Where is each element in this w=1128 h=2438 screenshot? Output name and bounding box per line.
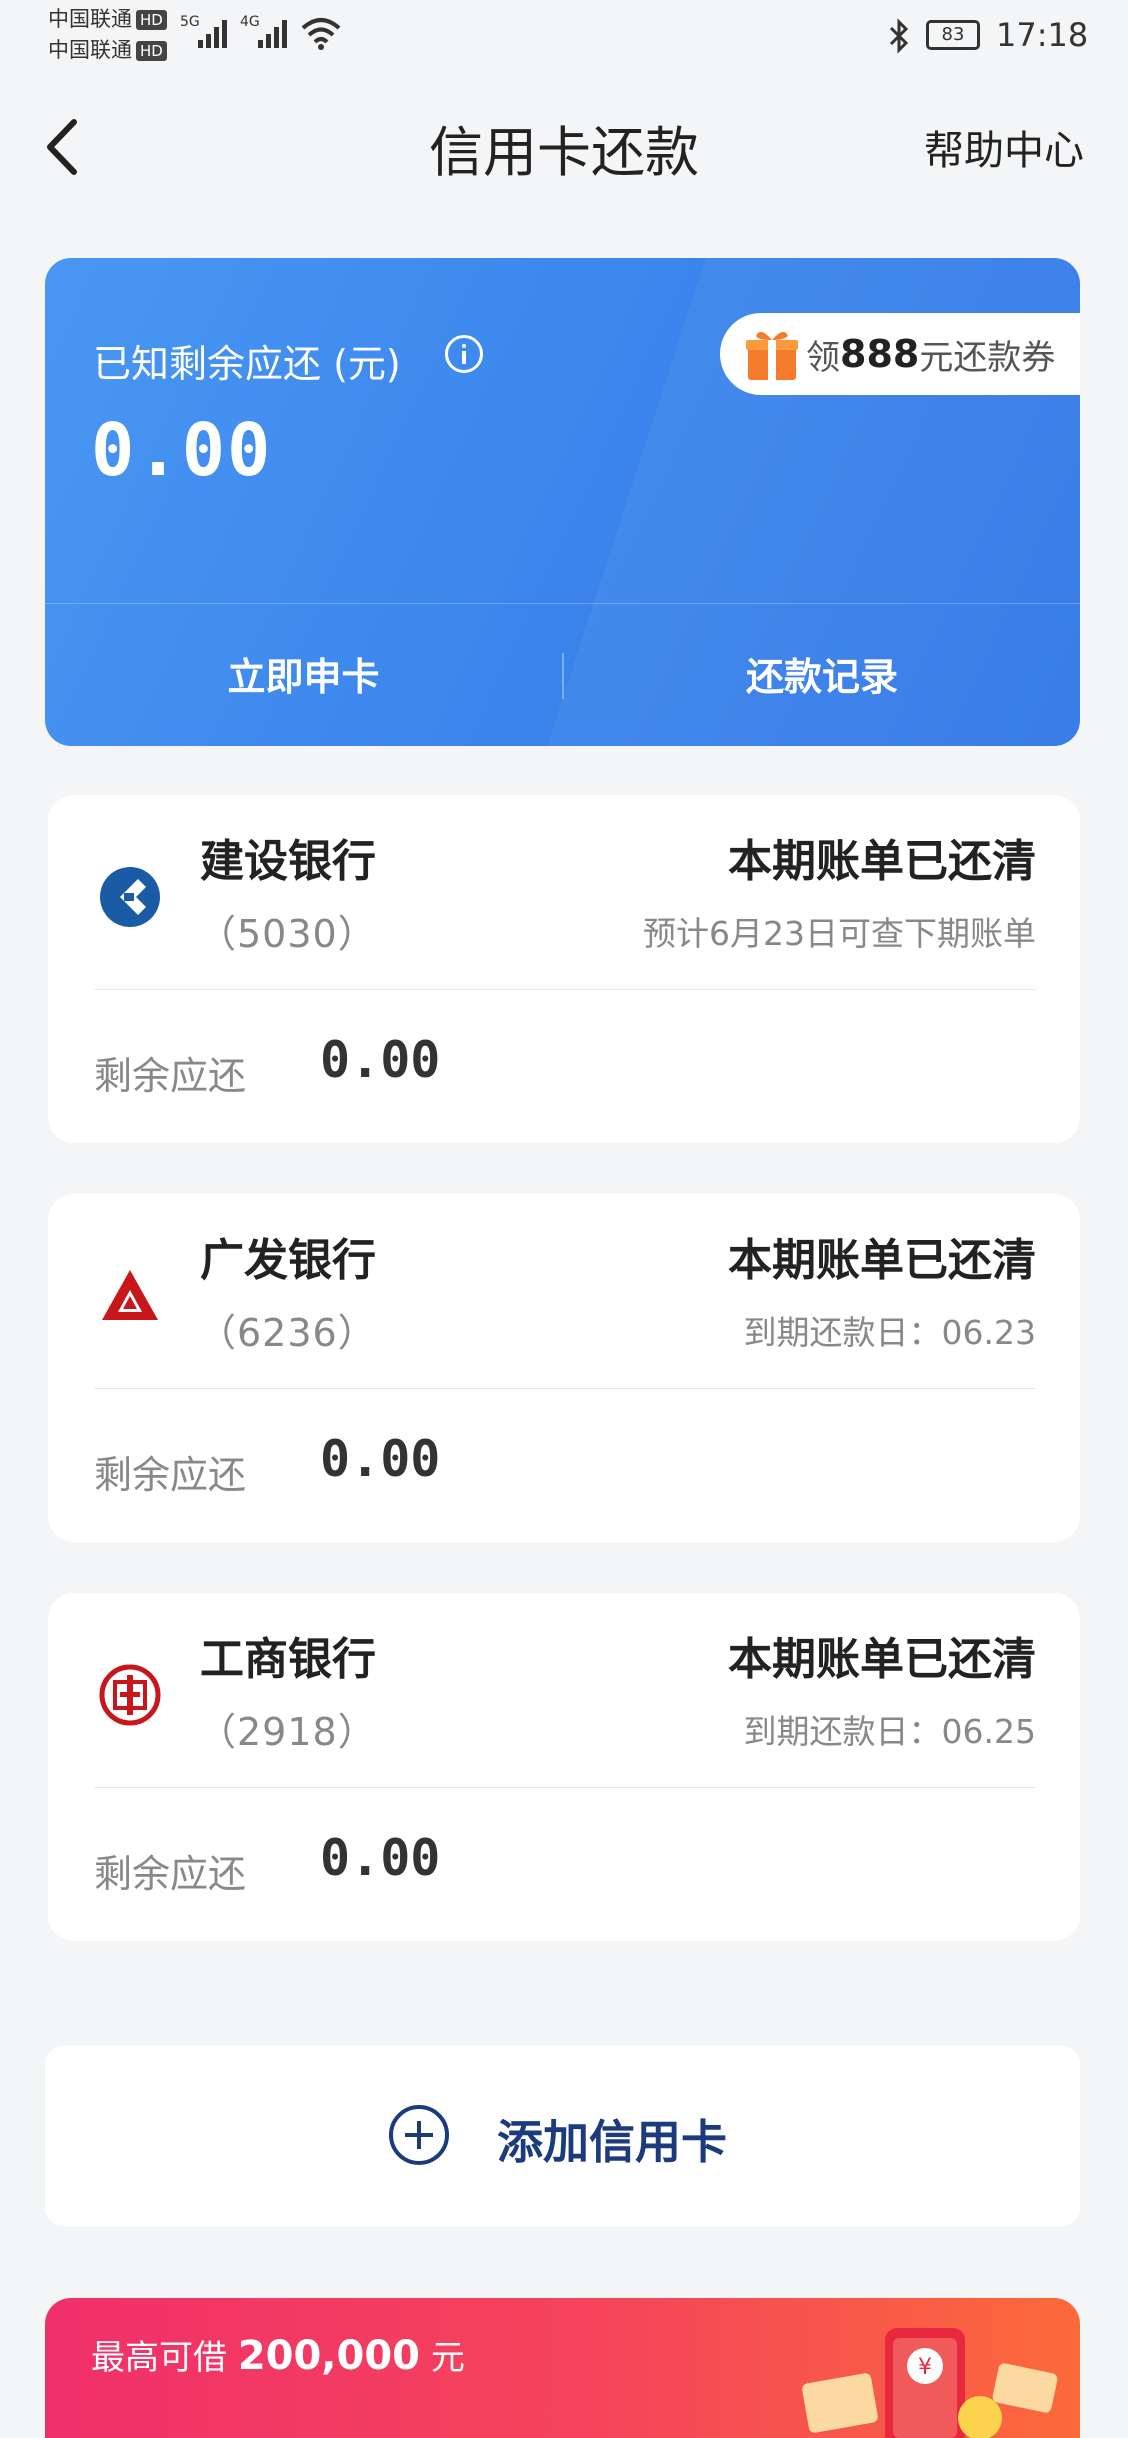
carrier-1: 中国联通 — [48, 7, 132, 31]
gift-icon — [746, 331, 798, 380]
divider — [94, 989, 1036, 990]
card-number: （6236） — [198, 1311, 377, 1355]
coupon-suffix: 元还款券 — [919, 337, 1056, 378]
ccb-logo-icon — [100, 867, 160, 927]
remaining-label: 剩余应还 — [94, 1054, 247, 1098]
coupon-prefix: 领 — [806, 337, 840, 378]
card-number: （5030） — [198, 912, 377, 956]
remaining-label: 剩余应还 — [94, 1453, 247, 1497]
carrier-2: 中国联通 — [48, 38, 132, 62]
bank-name: 建设银行 — [200, 836, 376, 887]
status-bar: 中国联通 HD 中国联通 HD 5G 4G 83 17:18 — [0, 0, 1128, 70]
due-date: 到期还款日：06.23 — [743, 1313, 1036, 1352]
remaining-amount: 0.00 — [320, 1829, 441, 1887]
wifi-icon — [301, 18, 341, 50]
coupon-button[interactable]: 领 888 元还款券 — [720, 313, 1080, 395]
svg-text:¥: ¥ — [918, 2355, 932, 2380]
card-number: （2918） — [198, 1710, 377, 1754]
divider — [94, 1388, 1036, 1389]
bill-note: 预计6月23日可查下期账单 — [643, 914, 1036, 953]
bank-name: 工商银行 — [200, 1634, 376, 1685]
loan-prefix: 最高可借 — [91, 2338, 227, 2378]
coupon-amount: 888 — [840, 332, 920, 376]
remaining-amount: 0.00 — [91, 408, 273, 492]
apply-card-button[interactable]: 立即申卡 — [45, 646, 562, 701]
info-icon[interactable] — [445, 335, 483, 373]
loan-text: 最高可借 200,000 元 — [91, 2330, 465, 2379]
loan-suffix: 元 — [430, 2338, 465, 2378]
carrier-info: 中国联通 HD 中国联通 HD — [48, 4, 167, 66]
money-phone-icon: ¥ — [802, 2328, 1058, 2438]
add-credit-card-label: 添加信用卡 — [497, 2115, 727, 2169]
add-credit-card-button[interactable]: 添加信用卡 — [45, 2046, 1080, 2226]
remaining-label: 已知剩余应还 (元) — [93, 342, 401, 386]
plus-circle-icon — [389, 2105, 449, 2165]
bank-card-cgb[interactable]: 广发银行 （6236） 本期账单已还清 到期还款日：06.23 剩余应还 0.0… — [48, 1194, 1080, 1542]
hd-badge-2: HD — [136, 41, 167, 61]
clock: 17:18 — [996, 16, 1089, 54]
due-date: 到期还款日：06.25 — [743, 1712, 1036, 1751]
hd-badge-1: HD — [136, 10, 167, 30]
repayment-summary-card: 已知剩余应还 (元) 0.00 领 888 元还款券 立即申卡 还款记录 — [45, 258, 1080, 746]
bill-status: 本期账单已还清 — [728, 1235, 1036, 1286]
card-divider — [45, 603, 1080, 604]
signal-icon — [198, 20, 227, 48]
bill-status: 本期账单已还清 — [728, 1634, 1036, 1685]
bill-status: 本期账单已还清 — [728, 836, 1036, 887]
divider — [94, 1787, 1036, 1788]
remaining-amount: 0.00 — [320, 1430, 441, 1488]
bluetooth-icon — [889, 18, 909, 54]
bank-card-ccb[interactable]: 建设银行 （5030） 本期账单已还清 预计6月23日可查下期账单 剩余应还 0… — [48, 795, 1080, 1143]
bank-card-icbc[interactable]: 工商银行 （2918） 本期账单已还清 到期还款日：06.25 剩余应还 0.0… — [48, 1593, 1080, 1941]
battery-icon: 83 — [926, 20, 980, 50]
cgb-logo-icon — [102, 1270, 158, 1320]
help-center-link[interactable]: 帮助中心 — [924, 118, 1084, 176]
remaining-amount: 0.00 — [320, 1031, 441, 1089]
icbc-logo-icon — [99, 1664, 161, 1726]
bank-name: 广发银行 — [200, 1235, 376, 1286]
loan-amount: 200,000 — [237, 2333, 420, 2379]
remaining-label: 剩余应还 — [94, 1852, 247, 1896]
repayment-records-button[interactable]: 还款记录 — [564, 646, 1080, 701]
signal-icon-2 — [258, 20, 287, 48]
loan-banner[interactable]: 最高可借 200,000 元 ¥ — [45, 2298, 1080, 2438]
